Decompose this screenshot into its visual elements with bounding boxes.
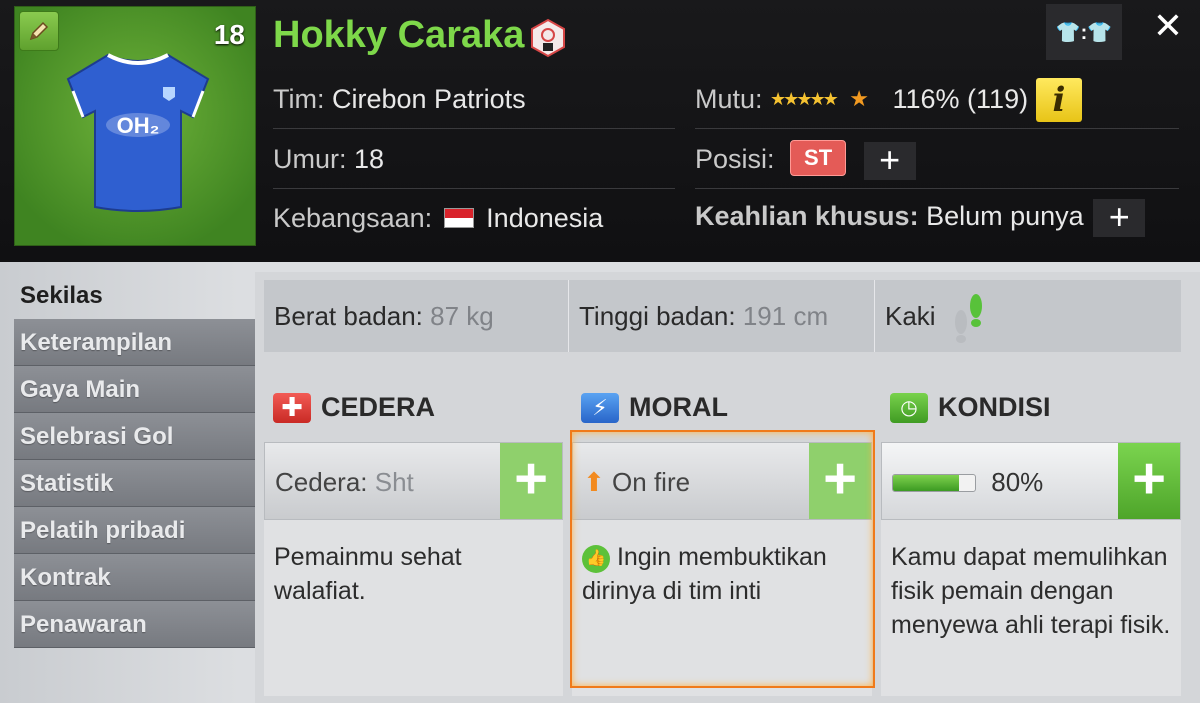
- sidebar-nav: Sekilas Keterampilan Gaya Main Selebrasi…: [14, 272, 255, 648]
- jersey-icon: OH₂: [66, 53, 210, 212]
- condition-bar: [892, 474, 976, 492]
- team-value: Cirebon Patriots: [332, 84, 526, 114]
- age-value: 18: [354, 144, 385, 174]
- overview-content: Berat badan: 87 kg Tinggi badan: 191 cm …: [255, 272, 1200, 703]
- special-skill-label: Keahlian khusus:: [695, 201, 919, 232]
- sidebar-item-gaya-main[interactable]: Gaya Main: [14, 366, 255, 413]
- add-position-button[interactable]: +: [863, 141, 916, 180]
- position-label: Posisi:: [695, 144, 775, 174]
- player-name: Hokky Caraka: [273, 14, 525, 56]
- sidebar-item-selebrasi-gol[interactable]: Selebrasi Gol: [14, 413, 255, 460]
- sidebar-item-pelatih-pribadi[interactable]: Pelatih pribadi: [14, 507, 255, 554]
- condition-percent: 80%: [991, 467, 1044, 497]
- quality-stars-icon: ★★★★★: [770, 89, 839, 109]
- svg-text:OH₂: OH₂: [117, 113, 160, 138]
- condition-description: Kamu dapat memulihkan fisik pemain denga…: [881, 520, 1181, 696]
- sidebar-item-penawaran[interactable]: Penawaran: [14, 601, 255, 648]
- injury-status: Cedera: Sht: [275, 443, 414, 521]
- quality-label: Mutu:: [695, 84, 763, 114]
- age-row: Umur: 18: [273, 144, 384, 175]
- age-label: Umur:: [273, 144, 347, 174]
- condition-section-title: ◷ KONDISI: [890, 392, 1051, 423]
- foot-label: Kaki: [885, 301, 936, 331]
- jersey-number: 18: [213, 19, 245, 50]
- weight-label: Berat badan:: [274, 301, 423, 331]
- injury-add-button[interactable]: +: [500, 443, 562, 519]
- condition-title: KONDISI: [938, 392, 1051, 422]
- foot-stat: Kaki: [875, 280, 1181, 352]
- medical-cross-icon: ✚: [273, 392, 311, 423]
- footprints-icon: [954, 294, 982, 344]
- weight-stat: Berat badan: 87 kg: [264, 280, 568, 352]
- injury-section-title: ✚ CEDERA: [273, 392, 435, 423]
- lightning-icon: ⚡: [581, 392, 619, 423]
- lock-badge-icon: [531, 18, 565, 58]
- pencil-icon: [29, 21, 49, 41]
- quality-value: 116% (119): [892, 84, 1029, 114]
- injury-title: CEDERA: [321, 392, 436, 422]
- sidebar-item-kontrak[interactable]: Kontrak: [14, 554, 255, 601]
- divider: [695, 188, 1179, 189]
- player-photo: 18 OH₂: [14, 6, 256, 246]
- condition-card-header: 80% +: [881, 442, 1181, 520]
- morale-description: Ingin membuktikan dirinya di tim inti: [582, 543, 827, 605]
- nationality-value: Indonesia: [486, 203, 604, 233]
- sidebar-item-statistik[interactable]: Statistik: [14, 460, 255, 507]
- morale-section-title: ⚡ MORAL: [581, 392, 728, 423]
- team-row: Tim: Cirebon Patriots: [273, 84, 526, 115]
- sidebar-item-keterampilan[interactable]: Keterampilan: [14, 319, 255, 366]
- indonesia-flag-icon: [443, 208, 474, 228]
- thumbs-up-icon: 👍: [582, 545, 610, 573]
- special-skill-row: Keahlian khusus: Belum punya +: [695, 199, 1146, 237]
- details-panel: Sekilas Keterampilan Gaya Main Selebrasi…: [0, 262, 1200, 703]
- injury-status-value: Sht: [374, 467, 414, 497]
- divider: [273, 188, 675, 189]
- player-header: 18 OH₂ Hokky Caraka 👕:👕 ✕ Tim: Cirebon P…: [0, 0, 1200, 262]
- quality-row: Mutu: ★★★★★ ★ 116% (119): [695, 84, 1028, 115]
- injury-card-header: Cedera: Sht +: [264, 442, 563, 520]
- info-button[interactable]: i: [1036, 78, 1082, 122]
- condition-bar-fill: [893, 475, 959, 491]
- position-row: Posisi: ST +: [695, 140, 916, 180]
- morale-status: ⬆ On fire: [583, 443, 690, 521]
- nationality-row: Kebangsaan: Indonesia: [273, 203, 603, 234]
- height-value: 191 cm: [742, 301, 829, 331]
- height-stat: Tinggi badan: 191 cm: [569, 280, 874, 352]
- sidebar-item-sekilas[interactable]: Sekilas: [14, 272, 255, 319]
- weight-value: 87 kg: [430, 301, 494, 331]
- quality-extra-star-icon: ★: [849, 86, 869, 111]
- team-label: Tim:: [273, 84, 325, 114]
- nationality-label: Kebangsaan:: [273, 203, 433, 233]
- morale-description-box: 👍 Ingin membuktikan dirinya di tim inti: [572, 520, 872, 696]
- morale-add-button[interactable]: +: [809, 443, 871, 519]
- divider: [695, 128, 1179, 129]
- edit-button[interactable]: [19, 11, 59, 51]
- morale-card-header: ⬆ On fire +: [572, 442, 872, 520]
- recovery-clock-icon: ◷: [890, 392, 928, 423]
- kit-toggle-button[interactable]: 👕:👕: [1046, 4, 1122, 60]
- injury-description: Pemainmu sehat walafiat.: [264, 520, 563, 696]
- divider: [273, 128, 675, 129]
- height-label: Tinggi badan:: [579, 301, 736, 331]
- morale-title: MORAL: [629, 392, 728, 422]
- special-skill-value: Belum punya: [926, 201, 1084, 232]
- morale-status-value: On fire: [612, 467, 691, 497]
- arrow-up-icon: ⬆: [583, 467, 605, 497]
- physical-stats-bar: Berat badan: 87 kg Tinggi badan: 191 cm …: [264, 280, 1181, 352]
- condition-status: 80%: [892, 443, 1043, 521]
- position-badge: ST: [790, 140, 847, 176]
- injury-status-label: Cedera:: [275, 467, 368, 497]
- close-icon[interactable]: ✕: [1148, 6, 1188, 46]
- add-special-skill-button[interactable]: +: [1093, 199, 1146, 237]
- condition-add-button[interactable]: +: [1118, 443, 1180, 519]
